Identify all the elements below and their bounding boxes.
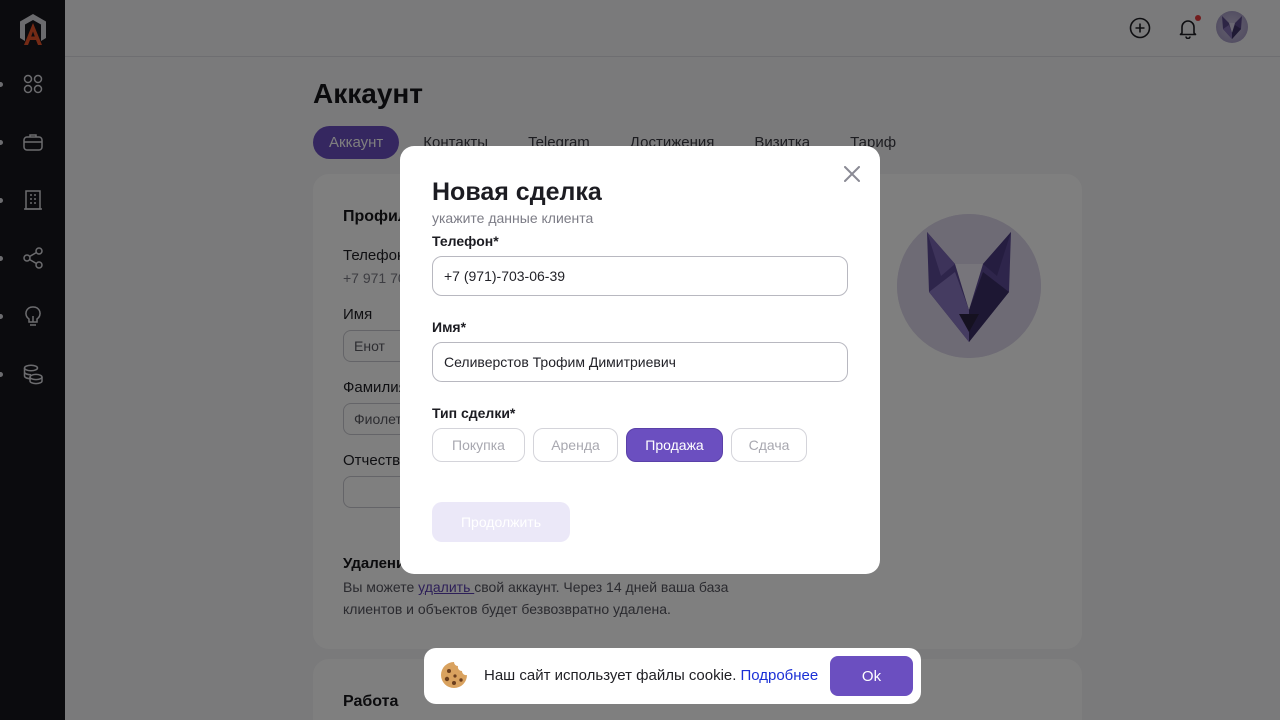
- close-icon[interactable]: [840, 162, 864, 186]
- deal-type-rent[interactable]: Аренда: [533, 428, 618, 462]
- cookie-message: Наш сайт использует файлы cookie.: [484, 667, 737, 684]
- continue-button[interactable]: Продолжить: [432, 502, 570, 542]
- deal-type-lease[interactable]: Сдача: [731, 428, 807, 462]
- modal-subtitle: укажите данные клиента: [432, 210, 594, 226]
- modal-phone-label: Телефон*: [432, 233, 499, 249]
- phone-input[interactable]: [432, 256, 848, 296]
- cookie-text: Наш сайт использует файлы cookie. Подробн…: [484, 667, 818, 684]
- cookie-more-link[interactable]: Подробнее: [740, 667, 818, 684]
- deal-type-purchase[interactable]: Покупка: [432, 428, 525, 462]
- cookie-ok-button[interactable]: Ok: [830, 656, 913, 696]
- deal-type-sale[interactable]: Продажа: [626, 428, 723, 462]
- deal-type-label: Тип сделки*: [432, 405, 516, 421]
- modal-title: Новая сделка: [432, 178, 602, 206]
- cookie-icon: [439, 660, 469, 690]
- modal-name-label: Имя*: [432, 319, 467, 335]
- client-name-input[interactable]: [432, 342, 848, 382]
